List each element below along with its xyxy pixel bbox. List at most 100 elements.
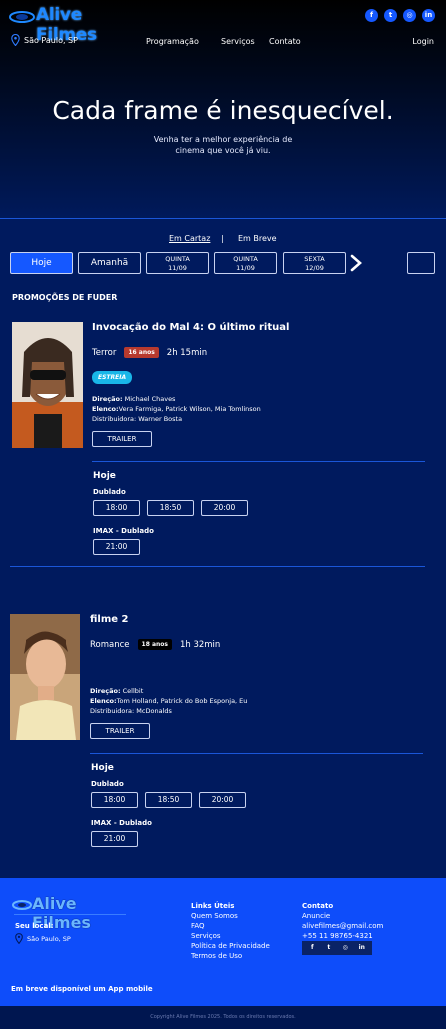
date-weekday: QUINTA [165, 255, 190, 263]
tab-em-breve[interactable]: Em Breve [238, 234, 277, 243]
showtime-button[interactable]: 18:00 [93, 500, 140, 516]
contato-title: Contato [302, 902, 334, 910]
showtime-button[interactable]: 18:50 [147, 500, 194, 516]
nav-programacao[interactable]: Programação [146, 37, 199, 46]
elenco-label: Elenco: [92, 405, 119, 413]
elenco-value: Tom Holland, Patrick do Bob Esponja, Eu [116, 697, 248, 705]
elenco-label: Elenco: [90, 697, 117, 705]
movie-credits: Direção: Cellbit Elenco:Tom Holland, Pat… [90, 686, 247, 716]
date-button[interactable]: SEXTA 12/09 [283, 252, 346, 274]
nav-contato[interactable]: Contato [269, 37, 301, 46]
trailer-button[interactable]: TRAILER [92, 431, 152, 447]
divider [0, 218, 446, 219]
movie-poster[interactable] [10, 614, 80, 740]
estreia-badge: ESTREIA [92, 371, 133, 384]
footer-link-quem-somos[interactable]: Quem Somos [191, 911, 270, 921]
footer-link-termos[interactable]: Termos de Uso [191, 951, 270, 961]
instagram-icon[interactable]: ◎ [340, 943, 350, 953]
session-day: Hoje [91, 763, 114, 773]
hero-header: Alive Filmes f t ◎ in São Paulo, SP Prog… [0, 0, 446, 220]
linkedin-icon[interactable]: in [357, 943, 367, 953]
movie-duration: 2h 15min [166, 347, 208, 358]
session-type: IMAX - Dublado [93, 527, 154, 535]
chevron-right-icon[interactable] [348, 252, 366, 274]
date-amanha-button[interactable]: Amanhã [78, 252, 141, 274]
twitter-icon[interactable]: t [384, 9, 397, 22]
hero-subtitle: Venha ter a melhor experiência de cinema… [153, 135, 293, 155]
social-links: f t ◎ in [365, 9, 435, 22]
twitter-icon[interactable]: t [324, 943, 334, 953]
contato-phone[interactable]: +55 11 98765-4321 [302, 931, 383, 941]
copyright: Copyright Alive Filmes 2025. Todos os di… [0, 1006, 446, 1029]
footer-link-faq[interactable]: FAQ [191, 921, 270, 931]
logo[interactable]: Alive Filmes [9, 5, 139, 45]
footer-link-privacidade[interactable]: Política de Privacidade [191, 941, 270, 951]
linkedin-icon[interactable]: in [422, 9, 435, 22]
distribuidora: Distribuidora: McDonalds [90, 707, 172, 715]
trailer-button[interactable]: TRAILER [90, 723, 150, 739]
date-day: 11/09 [168, 264, 187, 272]
facebook-icon[interactable]: f [365, 9, 378, 22]
login-link[interactable]: Login [412, 37, 434, 46]
footer-location-text: São Paulo, SP [27, 934, 71, 943]
location-pin-icon [15, 933, 23, 944]
direcao-label: Direção: [90, 687, 121, 695]
showtime-button[interactable]: 20:00 [201, 500, 248, 516]
tab-em-cartaz[interactable]: Em Cartaz [169, 234, 210, 243]
showtime-button[interactable]: 18:50 [145, 792, 192, 808]
facebook-icon[interactable]: f [307, 943, 317, 953]
poster-image [10, 614, 80, 740]
nav-servicos[interactable]: Serviços [221, 37, 255, 46]
showtime-button[interactable]: 20:00 [199, 792, 246, 808]
movie-title[interactable]: filme 2 [90, 614, 128, 625]
logo-swirl-icon [12, 900, 32, 910]
card-divider [90, 753, 423, 754]
movie-meta: Romance 18 anos 1h 32min [90, 639, 220, 650]
movie-poster[interactable] [12, 322, 83, 448]
date-label: Amanhã [90, 258, 129, 268]
date-day: 11/09 [236, 264, 255, 272]
footer-logo[interactable]: Alive Filmes [12, 894, 130, 932]
logo-swirl-icon [9, 11, 35, 23]
session-type: Dublado [93, 488, 126, 496]
session-type: Dublado [91, 780, 124, 788]
movie-genre: Romance [90, 639, 130, 650]
contato-anuncie[interactable]: Anuncie [302, 911, 383, 921]
tab-separator: | [221, 234, 224, 243]
contato-email[interactable]: alivefilmes@gmail.com [302, 921, 383, 931]
showtime-button[interactable]: 21:00 [91, 831, 138, 847]
links-title: Links Úteis [191, 902, 235, 910]
location-pin-icon [11, 34, 20, 46]
card-divider [92, 461, 425, 462]
movie-duration: 1h 32min [179, 639, 221, 650]
instagram-icon[interactable]: ◎ [403, 9, 416, 22]
showtime-button[interactable]: 18:00 [91, 792, 138, 808]
main-nav: São Paulo, SP Programação Serviços Conta… [0, 34, 446, 50]
direcao-value: Michael Chaves [122, 395, 176, 403]
footer-contato: Contato Anuncie alivefilmes@gmail.com +5… [302, 901, 383, 941]
session-type: IMAX - Dublado [91, 819, 152, 827]
seu-local-label: Seu local: [15, 922, 54, 930]
footer-logo-underline [14, 914, 126, 915]
age-rating-badge: 18 anos [137, 639, 172, 650]
footer-social-links: f t ◎ in [302, 941, 372, 955]
movie-genre: Terror [92, 347, 117, 358]
location-text: São Paulo, SP [24, 35, 78, 45]
footer-location[interactable]: São Paulo, SP [15, 933, 71, 944]
distribuidora: Distribuidora: Warner Bosta [92, 415, 183, 423]
calendar-button[interactable] [407, 252, 435, 274]
showtime-button[interactable]: 21:00 [93, 539, 140, 555]
date-day: 12/09 [305, 264, 324, 272]
movie-title[interactable]: Invocação do Mal 4: O último ritual [92, 322, 289, 333]
date-button[interactable]: QUINTA 11/09 [214, 252, 277, 274]
date-weekday: QUINTA [233, 255, 258, 263]
footer-link-servicos[interactable]: Serviços [191, 931, 270, 941]
location-selector[interactable]: São Paulo, SP [11, 34, 78, 46]
movie-separator [10, 566, 425, 567]
date-weekday: SEXTA [304, 255, 325, 263]
movie-credits: Direção: Michael Chaves Elenco:Vera Farm… [92, 394, 261, 424]
date-hoje-button[interactable]: Hoje [10, 252, 73, 274]
session-day: Hoje [93, 471, 116, 481]
hero-title: Cada frame é inesquecível. [52, 96, 394, 125]
date-button[interactable]: QUINTA 11/09 [146, 252, 209, 274]
